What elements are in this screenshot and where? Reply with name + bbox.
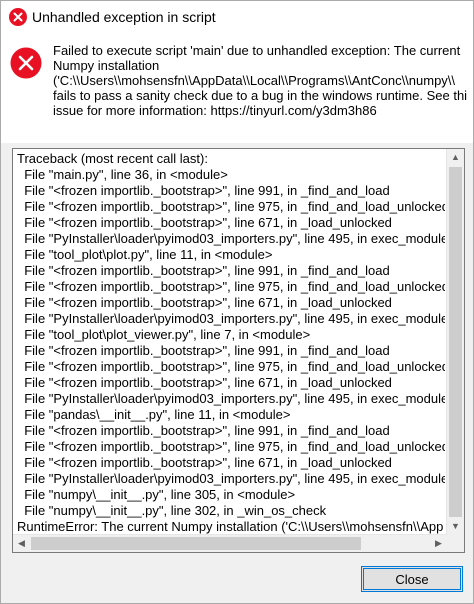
traceback-line: File "<frozen importlib._bootstrap>", li… bbox=[17, 215, 392, 230]
traceback-line: File "numpy\__init__.py", line 305, in <… bbox=[17, 487, 296, 502]
traceback-line: File "numpy\__init__.py", line 302, in _… bbox=[17, 503, 327, 518]
traceback-textbox[interactable]: Traceback (most recent call last): File … bbox=[12, 148, 465, 553]
error-message: Failed to execute script 'main' due to u… bbox=[53, 43, 467, 118]
traceback-line: File "PyInstaller\loader\pyimod03_import… bbox=[17, 311, 445, 326]
horizontal-scroll-thumb[interactable] bbox=[31, 537, 361, 550]
title-bar[interactable]: Unhandled exception in script bbox=[1, 1, 473, 33]
error-icon bbox=[9, 8, 27, 26]
error-dialog: Unhandled exception in script Failed to … bbox=[0, 0, 474, 604]
message-area: Failed to execute script 'main' due to u… bbox=[1, 33, 473, 143]
traceback-line: File "tool_plot\plot_viewer.py", line 7,… bbox=[17, 327, 311, 342]
traceback-line: File "tool_plot\plot.py", line 11, in <m… bbox=[17, 247, 273, 262]
scroll-up-icon[interactable]: ▲ bbox=[447, 149, 464, 166]
traceback-line: File "<frozen importlib._bootstrap>", li… bbox=[17, 199, 445, 214]
vertical-scroll-thumb[interactable] bbox=[449, 167, 462, 517]
traceback-line: File "<frozen importlib._bootstrap>", li… bbox=[17, 359, 445, 374]
traceback-text: Traceback (most recent call last): File … bbox=[17, 151, 445, 535]
scroll-right-icon[interactable]: ▶ bbox=[430, 535, 447, 552]
vertical-scrollbar[interactable]: ▲ ▼ bbox=[446, 149, 464, 535]
traceback-line: Traceback (most recent call last): bbox=[17, 151, 208, 166]
traceback-line: File "PyInstaller\loader\pyimod03_import… bbox=[17, 231, 445, 246]
traceback-line: RuntimeError: The current Numpy installa… bbox=[17, 519, 444, 534]
scroll-down-icon[interactable]: ▼ bbox=[447, 518, 464, 535]
traceback-line: File "PyInstaller\loader\pyimod03_import… bbox=[17, 471, 445, 486]
traceback-line: File "main.py", line 36, in <module> bbox=[17, 167, 228, 182]
traceback-line: File "<frozen importlib._bootstrap>", li… bbox=[17, 375, 392, 390]
window-title: Unhandled exception in script bbox=[32, 9, 216, 25]
horizontal-scrollbar[interactable]: ◀ ▶ bbox=[13, 534, 447, 552]
traceback-line: File "<frozen importlib._bootstrap>", li… bbox=[17, 455, 392, 470]
traceback-line: File "<frozen importlib._bootstrap>", li… bbox=[17, 183, 390, 198]
traceback-line: File "<frozen importlib._bootstrap>", li… bbox=[17, 263, 390, 278]
traceback-line: File "pandas\__init__.py", line 11, in <… bbox=[17, 407, 291, 422]
error-icon bbox=[10, 47, 42, 79]
traceback-line: File "<frozen importlib._bootstrap>", li… bbox=[17, 423, 390, 438]
traceback-line: File "<frozen importlib._bootstrap>", li… bbox=[17, 295, 392, 310]
traceback-line: File "<frozen importlib._bootstrap>", li… bbox=[17, 439, 445, 454]
traceback-line: File "<frozen importlib._bootstrap>", li… bbox=[17, 279, 445, 294]
traceback-line: File "PyInstaller\loader\pyimod03_import… bbox=[17, 391, 445, 406]
close-button[interactable]: Close bbox=[361, 566, 463, 592]
traceback-line: File "<frozen importlib._bootstrap>", li… bbox=[17, 343, 390, 358]
scroll-left-icon[interactable]: ◀ bbox=[13, 535, 30, 552]
scrollbar-corner bbox=[447, 535, 464, 552]
